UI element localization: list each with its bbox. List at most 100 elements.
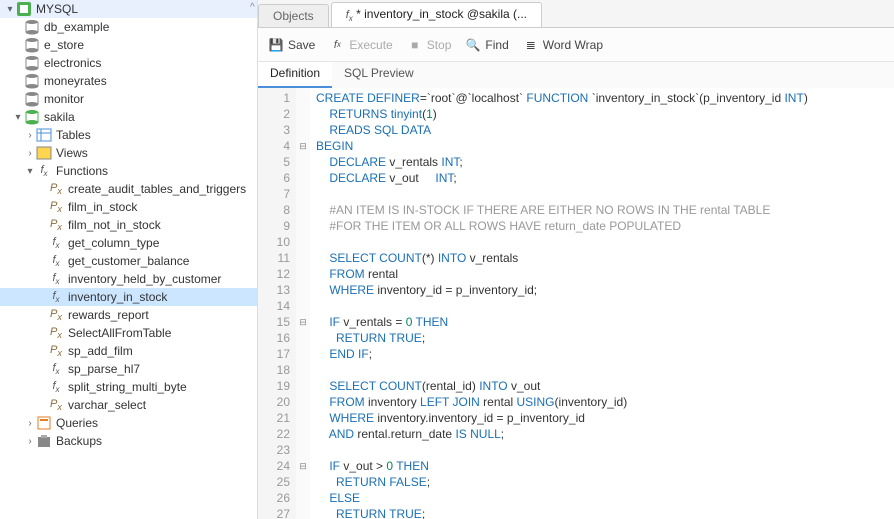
code-line[interactable]: AND rental.return_date IS NULL; [316,426,888,442]
toolbar: 💾Save fxExecute ■Stop 🔍Find ≣Word Wrap [258,28,894,62]
expand-icon[interactable]: › [24,418,36,429]
code-line[interactable] [316,362,888,378]
code-line[interactable] [316,186,888,202]
collapse-icon[interactable]: ▾ [4,4,16,15]
expand-icon[interactable]: › [24,436,36,447]
code-line[interactable]: END IF; [316,346,888,362]
function-split_string_multi_byte[interactable]: fxsplit_string_multi_byte [0,378,257,396]
code-line[interactable]: IF v_rentals = 0 THEN [316,314,888,330]
code-line[interactable]: RETURN TRUE; [316,506,888,519]
line-number: 24 [260,458,290,474]
save-icon: 💾 [268,37,284,53]
wordwrap-button[interactable]: ≣Word Wrap [523,37,603,53]
fold-marker [296,362,310,378]
code-line[interactable]: DECLARE v_rentals INT; [316,154,888,170]
function-icon: fx [346,9,353,21]
line-number: 7 [260,186,290,202]
code-line[interactable]: IF v_out > 0 THEN [316,458,888,474]
fold-marker[interactable]: ⊟ [296,458,310,474]
function-sp_add_film[interactable]: Pxsp_add_film [0,342,257,360]
code-line[interactable]: FROM inventory LEFT JOIN rental USING(in… [316,394,888,410]
code-line[interactable] [316,234,888,250]
code-line[interactable]: BEGIN [316,138,888,154]
code-line[interactable]: DECLARE v_out INT; [316,170,888,186]
connection-root[interactable]: ▾ MYSQL [0,0,257,18]
line-number: 25 [260,474,290,490]
code-line[interactable]: RETURNS tinyint(1) [316,106,888,122]
fold-marker [296,154,310,170]
database-monitor[interactable]: monitor [0,90,257,108]
line-number: 23 [260,442,290,458]
database-electronics[interactable]: electronics [0,54,257,72]
expand-icon[interactable]: › [24,130,36,141]
code-line[interactable]: SELECT COUNT(*) INTO v_rentals [316,250,888,266]
stop-button[interactable]: ■Stop [407,37,452,53]
function-inventory_held_by_customer[interactable]: fxinventory_held_by_customer [0,270,257,288]
function-get_customer_balance[interactable]: fxget_customer_balance [0,252,257,270]
collapse-icon[interactable]: ▾ [24,166,36,177]
subtab-sqlpreview[interactable]: SQL Preview [332,62,426,88]
sidebar-collapse-icon[interactable]: ^ [250,2,264,16]
function-label: sp_add_film [68,344,133,358]
code-editor[interactable]: 1234567891011121314151617181920212223242… [258,88,894,519]
function-label: get_column_type [68,236,159,250]
fold-marker[interactable]: ⊟ [296,314,310,330]
code-line[interactable]: CREATE DEFINER=`root`@`localhost` FUNCTI… [316,90,888,106]
database-e_store[interactable]: e_store [0,36,257,54]
expand-icon[interactable]: › [24,148,36,159]
function-inventory_in_stock[interactable]: fxinventory_in_stock [0,288,257,306]
main-panel: Objects fx * inventory_in_stock @sakila … [258,0,894,519]
folder-backups[interactable]: ›Backups [0,432,257,450]
code-area[interactable]: CREATE DEFINER=`root`@`localhost` FUNCTI… [310,88,894,519]
code-line[interactable]: #FOR THE ITEM OR ALL ROWS HAVE return_da… [316,218,888,234]
code-line[interactable]: FROM rental [316,266,888,282]
code-line[interactable]: #AN ITEM IS IN-STOCK IF THERE ARE EITHER… [316,202,888,218]
function-create_audit_tables_and_triggers[interactable]: Pxcreate_audit_tables_and_triggers [0,180,257,198]
functions-icon: fx [36,163,52,179]
code-line[interactable] [316,442,888,458]
code-line[interactable]: WHERE inventory.inventory_id = p_invento… [316,410,888,426]
folder-views[interactable]: ›Views [0,144,257,162]
function-varchar_select[interactable]: Pxvarchar_select [0,396,257,414]
function-get_column_type[interactable]: fxget_column_type [0,234,257,252]
database-icon [24,37,40,53]
fold-marker [296,410,310,426]
code-line[interactable] [316,298,888,314]
database-label: monitor [44,92,84,106]
save-button[interactable]: 💾Save [268,37,315,53]
function-label: SelectAllFromTable [68,326,171,340]
execute-button[interactable]: fxExecute [329,37,392,53]
function-film_in_stock[interactable]: Pxfilm_in_stock [0,198,257,216]
line-number: 22 [260,426,290,442]
function-sp_parse_hl7[interactable]: fxsp_parse_hl7 [0,360,257,378]
sub-tabs: Definition SQL Preview [258,62,894,88]
folder-queries[interactable]: ›Queries [0,414,257,432]
subtab-definition[interactable]: Definition [258,62,332,88]
expand-icon[interactable]: ▾ [12,112,24,123]
code-line[interactable]: SELECT COUNT(rental_id) INTO v_out [316,378,888,394]
function-label: varchar_select [68,398,146,412]
sidebar[interactable]: ▾ MYSQL db_examplee_storeelectronicsmone… [0,0,258,519]
code-line[interactable]: READS SQL DATA [316,122,888,138]
function-rewards_report[interactable]: Pxrewards_report [0,306,257,324]
database-moneyrates[interactable]: moneyrates [0,72,257,90]
fold-marker[interactable]: ⊟ [296,138,310,154]
function-label: rewards_report [68,308,149,322]
code-line[interactable]: WHERE inventory_id = p_inventory_id; [316,282,888,298]
tab-objects[interactable]: Objects [258,4,329,27]
database-sakila[interactable]: ▾ sakila [0,108,257,126]
folder-tables[interactable]: ›Tables [0,126,257,144]
find-button[interactable]: 🔍Find [465,37,508,53]
code-line[interactable]: RETURN TRUE; [316,330,888,346]
tab-current-function[interactable]: fx * inventory_in_stock @sakila (... [331,2,542,27]
function-icon: fx [48,253,64,269]
fold-column[interactable]: ⊟ ⊟ ⊟ [296,88,310,519]
folder-functions[interactable]: ▾fxFunctions [0,162,257,180]
view-icon [36,145,52,161]
code-line[interactable]: ELSE [316,490,888,506]
function-film_not_in_stock[interactable]: Pxfilm_not_in_stock [0,216,257,234]
function-SelectAllFromTable[interactable]: PxSelectAllFromTable [0,324,257,342]
database-db_example[interactable]: db_example [0,18,257,36]
code-line[interactable]: RETURN FALSE; [316,474,888,490]
queries-icon [36,415,52,431]
